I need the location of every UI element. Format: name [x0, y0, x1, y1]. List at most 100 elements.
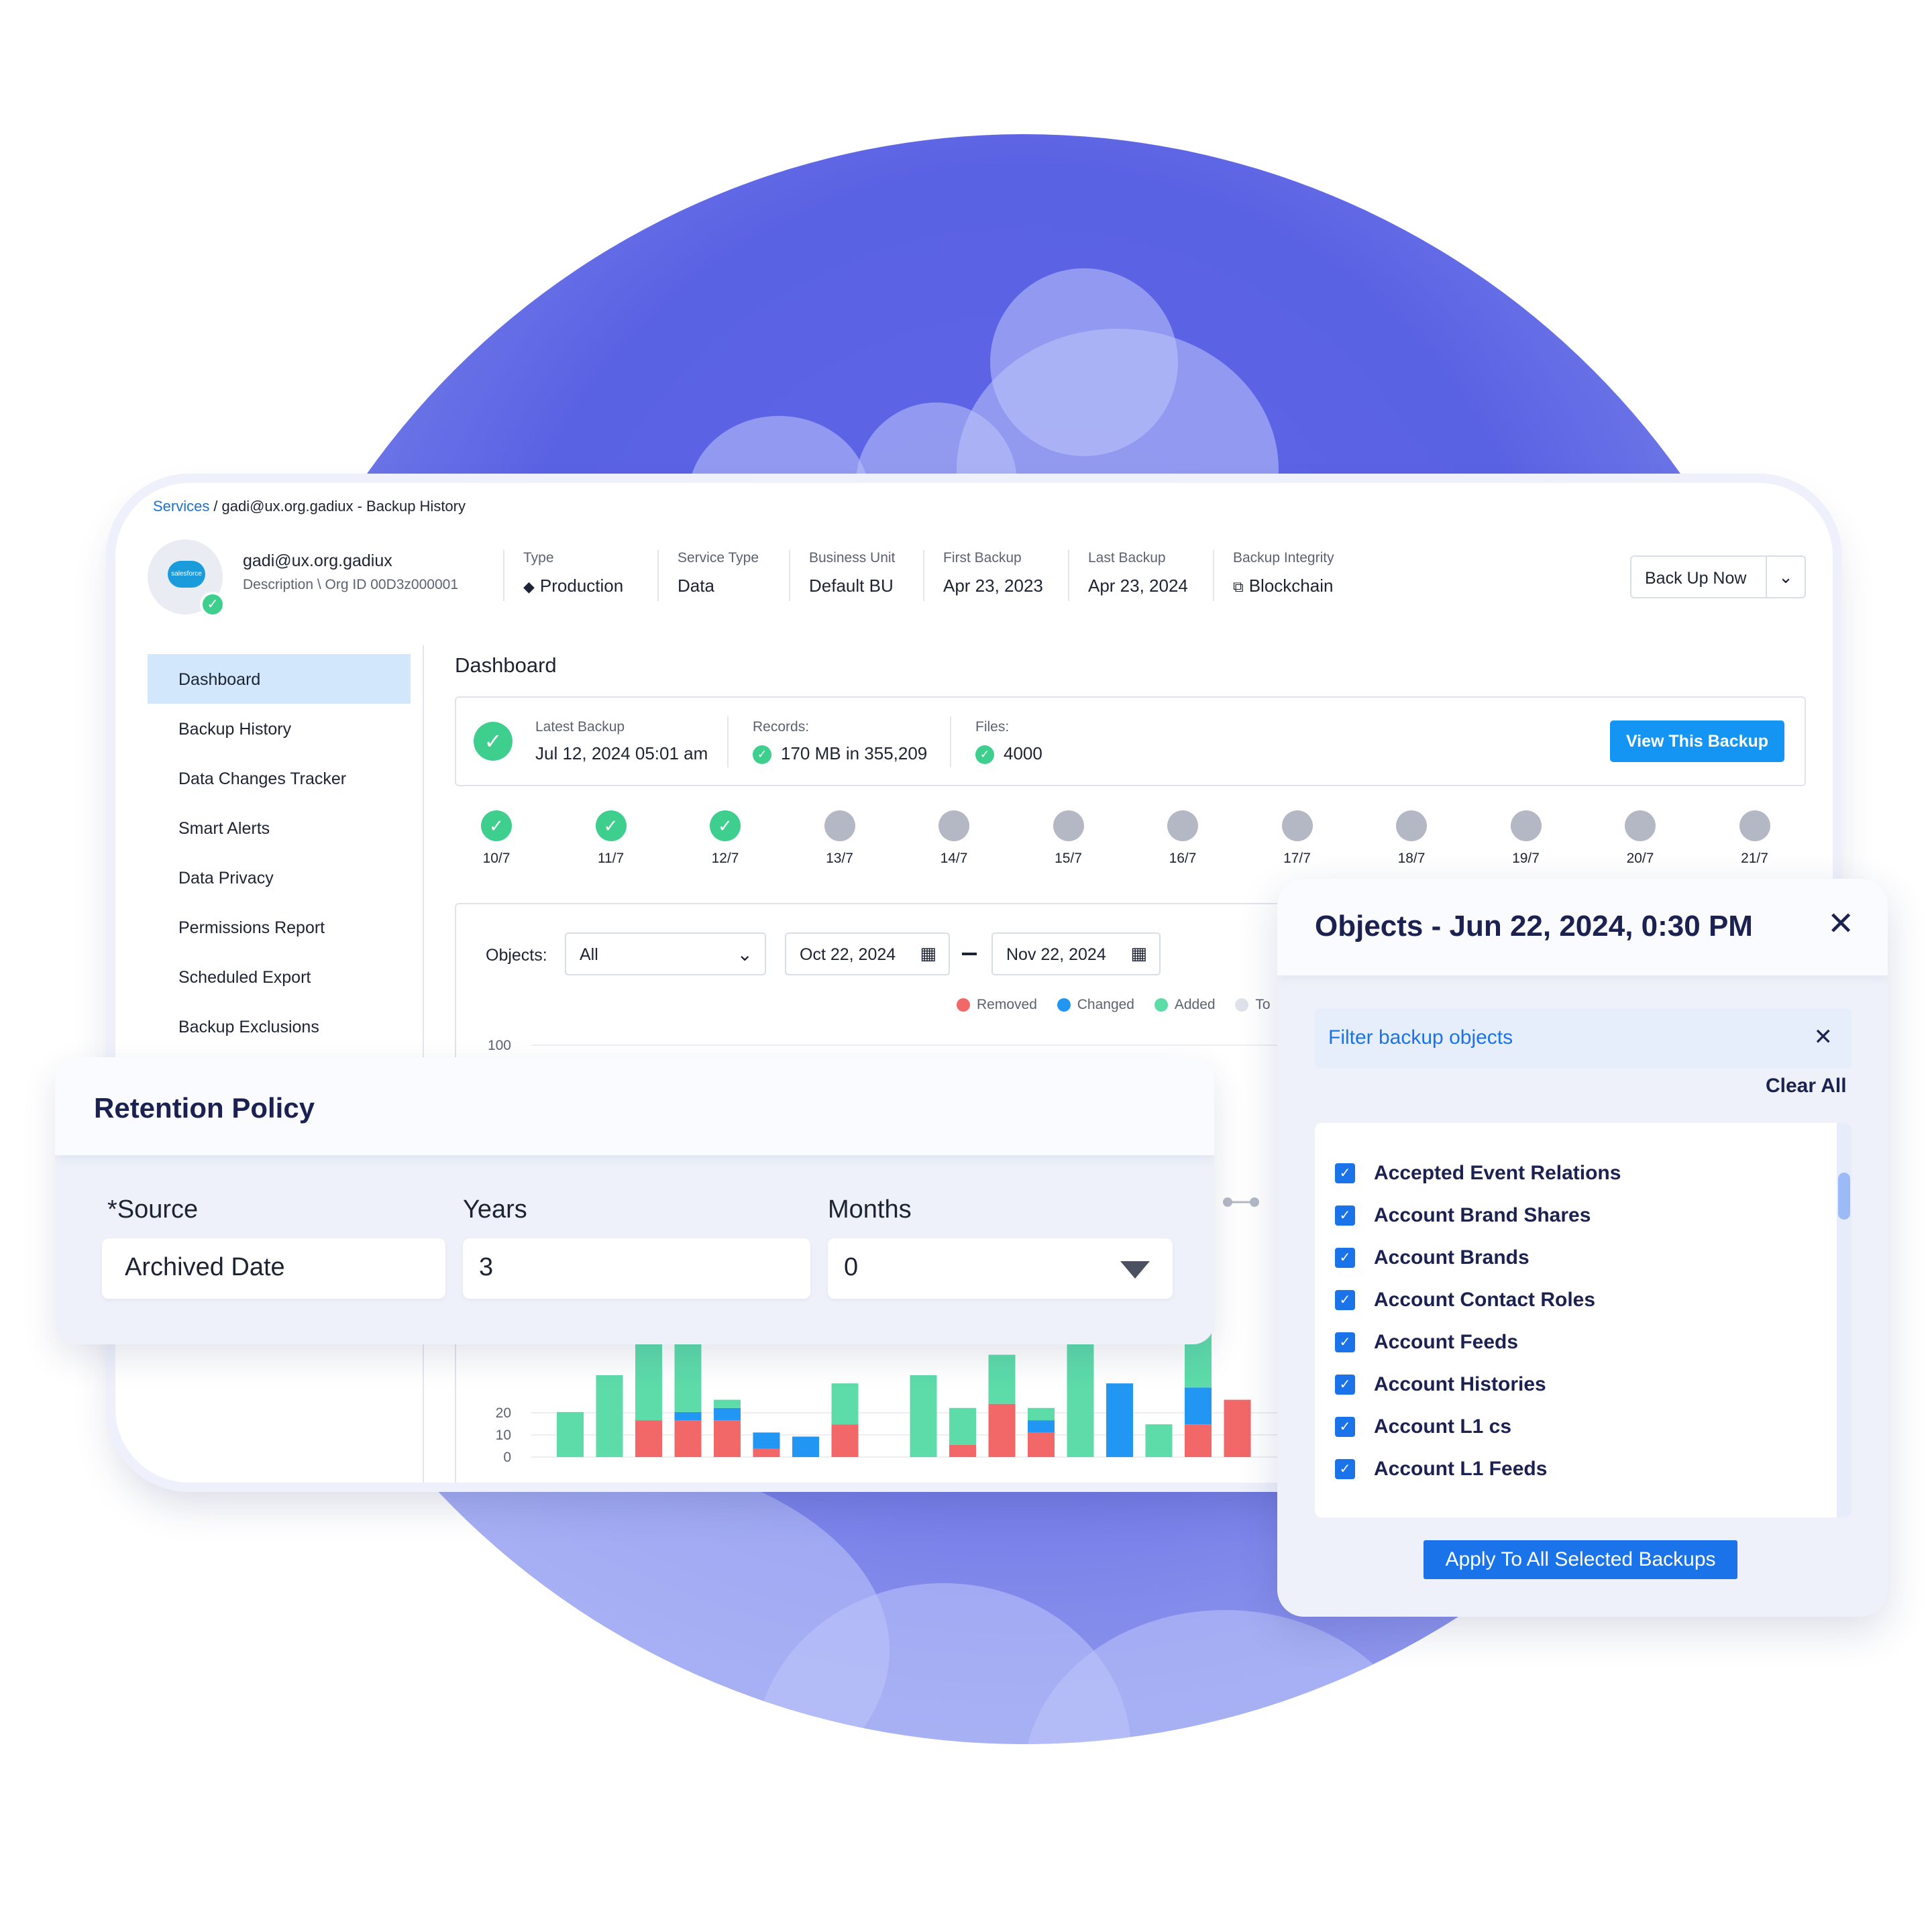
- y-tick-label: 10: [496, 1428, 511, 1443]
- sidebar-item-data-privacy[interactable]: Data Privacy: [148, 853, 411, 902]
- timeline-item[interactable]: 16/7: [1156, 810, 1210, 867]
- retention-policy-header: Retention Policy: [55, 1057, 1214, 1155]
- timeline-item[interactable]: ✓ 10/7: [470, 810, 523, 867]
- months-select[interactable]: 0: [828, 1238, 1173, 1299]
- sidebar-item-dashboard[interactable]: Dashboard: [148, 654, 411, 704]
- meta-label: Type: [523, 550, 554, 566]
- org-description: Description \ Org ID 00D3z000001: [243, 577, 458, 592]
- checkbox-checked-icon[interactable]: ✓: [1335, 1459, 1355, 1479]
- bar-changed: [1028, 1420, 1055, 1433]
- divider: [1068, 550, 1069, 601]
- divider: [1213, 550, 1214, 601]
- breadcrumb: Services / gadi@ux.org.gadiux - Backup His…: [153, 498, 466, 515]
- records-value: 170 MB in 355,209: [781, 743, 928, 763]
- back-up-now-label[interactable]: Back Up Now: [1645, 569, 1746, 588]
- sidebar-item-permissions-report[interactable]: Permissions Report: [148, 902, 411, 952]
- check-icon: ✓: [200, 592, 225, 617]
- bar-changed: [792, 1436, 819, 1457]
- apply-to-all-selected-backups-button[interactable]: Apply To All Selected Backups: [1424, 1540, 1737, 1579]
- close-icon[interactable]: ✕: [1827, 908, 1854, 941]
- bar-added: [831, 1383, 859, 1425]
- check-icon: ✓: [474, 722, 513, 761]
- timeline-date: 13/7: [826, 851, 853, 866]
- pending-dot: [824, 810, 855, 841]
- timeline-date: 15/7: [1055, 851, 1082, 866]
- meta-type: Type ◆ Production: [523, 550, 623, 596]
- timeline-item[interactable]: 17/7: [1271, 810, 1324, 867]
- filter-placeholder: Filter backup objects: [1328, 1026, 1513, 1049]
- timeline-item[interactable]: ✓ 11/7: [584, 810, 638, 867]
- bar-added: [596, 1375, 623, 1457]
- sidebar-item-backup-history[interactable]: Backup History: [148, 704, 411, 753]
- timeline-item[interactable]: 14/7: [927, 810, 981, 867]
- meta-first-backup: First Backup Apr 23, 2023: [943, 550, 1043, 596]
- bar-added: [1067, 1342, 1094, 1457]
- breadcrumb-services-link[interactable]: Services: [153, 498, 209, 515]
- sidebar-item-backup-exclusions[interactable]: Backup Exclusions: [148, 1002, 411, 1051]
- timeline-item[interactable]: 13/7: [813, 810, 867, 867]
- pending-dot: [1281, 810, 1313, 841]
- sidebar-item-scheduled-export[interactable]: Scheduled Export: [148, 952, 411, 1002]
- bar-removed: [714, 1420, 741, 1457]
- years-field[interactable]: 3: [463, 1238, 810, 1299]
- checkbox-checked-icon[interactable]: ✓: [1335, 1332, 1355, 1352]
- sidebar: Dashboard Backup History Data Changes Tr…: [148, 654, 411, 1051]
- meta-label: Backup Integrity: [1233, 550, 1334, 566]
- years-value: 3: [479, 1253, 494, 1281]
- chevron-down-icon[interactable]: ⌄: [1766, 557, 1805, 597]
- sidebar-item-smart-alerts[interactable]: Smart Alerts: [148, 803, 411, 853]
- object-label: Accepted Event Relations: [1374, 1162, 1621, 1184]
- timeline-date: 17/7: [1283, 851, 1311, 866]
- timeline-item[interactable]: ✓ 12/7: [698, 810, 752, 867]
- retention-policy-title: Retention Policy: [94, 1092, 315, 1124]
- checkbox-checked-icon[interactable]: ✓: [1335, 1248, 1355, 1268]
- pending-dot: [1396, 810, 1427, 841]
- checkbox-checked-icon[interactable]: ✓: [1335, 1205, 1355, 1226]
- records-label: Records:: [753, 719, 810, 735]
- filter-backup-objects-input[interactable]: Filter backup objects ✕: [1315, 1009, 1851, 1068]
- checkbox-checked-icon[interactable]: ✓: [1335, 1163, 1355, 1183]
- clear-all-button[interactable]: Clear All: [1766, 1075, 1847, 1097]
- pending-dot: [938, 810, 969, 841]
- bar-added: [910, 1375, 937, 1457]
- timeline-item[interactable]: 15/7: [1042, 810, 1095, 867]
- scrollbar[interactable]: [1837, 1123, 1851, 1517]
- timeline-date: 12/7: [711, 851, 739, 866]
- bar-removed: [635, 1420, 662, 1457]
- source-field[interactable]: Archived Date: [102, 1238, 445, 1299]
- retention-policy-card: Retention Policy *Source Years Months Ar…: [55, 1057, 1214, 1344]
- scrollbar-thumb[interactable]: [1838, 1173, 1850, 1220]
- meta-value: Apr 23, 2024: [1088, 576, 1188, 596]
- check-icon: ✓: [753, 745, 771, 765]
- timeline-item[interactable]: 20/7: [1613, 810, 1667, 867]
- timeline-item[interactable]: 21/7: [1728, 810, 1782, 867]
- bar-changed: [1106, 1383, 1133, 1457]
- timeline-item[interactable]: 18/7: [1385, 810, 1438, 867]
- view-this-backup-button[interactable]: View This Backup: [1610, 720, 1784, 762]
- meta-label: Last Backup: [1088, 550, 1166, 566]
- bar-changed: [1185, 1387, 1212, 1425]
- meta-business-unit: Business Unit Default BU: [809, 550, 895, 596]
- latest-backup-panel: ✓ Latest Backup Jul 12, 2024 05:01 am Re…: [455, 696, 1806, 786]
- sidebar-item-data-changes-tracker[interactable]: Data Changes Tracker: [148, 753, 411, 803]
- bar-added: [949, 1407, 976, 1445]
- meta-label: First Backup: [943, 550, 1022, 566]
- dropdown-arrow-icon: [1120, 1261, 1150, 1279]
- bar-removed: [674, 1420, 702, 1457]
- bar-added: [988, 1354, 1016, 1404]
- checkbox-checked-icon[interactable]: ✓: [1335, 1290, 1355, 1310]
- divider: [727, 716, 729, 767]
- object-label: Account Feeds: [1374, 1331, 1519, 1353]
- timeline-item[interactable]: 19/7: [1499, 810, 1553, 867]
- checkbox-checked-icon[interactable]: ✓: [1335, 1417, 1355, 1437]
- meta-value: Production: [539, 576, 624, 596]
- divider: [657, 550, 659, 601]
- bar-removed: [1224, 1399, 1251, 1457]
- breadcrumb-current: gadi@ux.org.gadiux - Backup History: [221, 498, 466, 515]
- source-label: *Source: [107, 1195, 199, 1224]
- checkbox-checked-icon[interactable]: ✓: [1335, 1375, 1355, 1395]
- clear-filter-icon[interactable]: ✕: [1814, 1024, 1833, 1051]
- back-up-now-button[interactable]: Back Up Now ⌄: [1630, 555, 1806, 598]
- org-avatar: salesforce ✓: [148, 539, 225, 617]
- meta-label: Service Type: [678, 550, 759, 566]
